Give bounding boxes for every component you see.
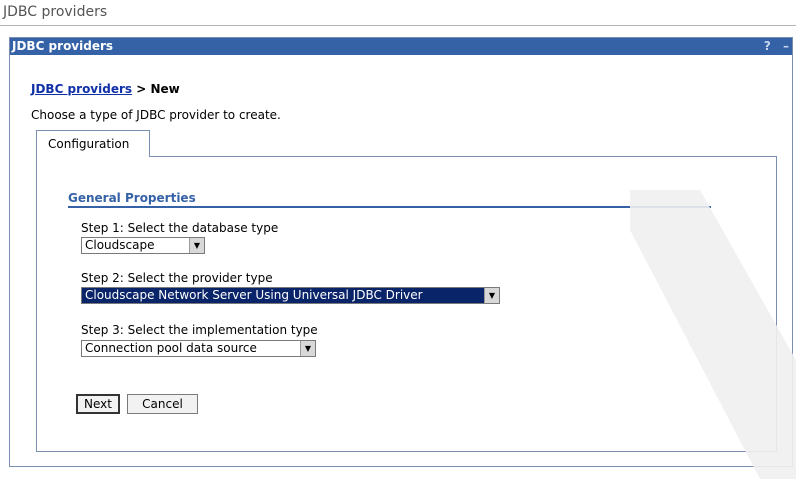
breadcrumb-current: New (150, 82, 180, 96)
step1-label: Step 1: Select the database type (81, 221, 279, 235)
breadcrumb: JDBC providers > New (31, 82, 180, 96)
portlet-title: JDBC providers (12, 39, 114, 53)
cancel-button[interactable]: Cancel (127, 394, 198, 414)
implementation-type-select[interactable]: Connection pool data source ▼ (81, 340, 316, 357)
portlet-header: JDBC providers ? – (10, 38, 792, 55)
database-type-select[interactable]: Cloudscape ▼ (81, 237, 205, 254)
help-icon[interactable]: ? (764, 39, 771, 53)
section-divider (68, 206, 711, 208)
window-title: JDBC providers (0, 0, 796, 26)
provider-type-select[interactable]: Cloudscape Network Server Using Universa… (81, 287, 500, 304)
minimize-icon[interactable]: – (783, 39, 789, 53)
next-button[interactable]: Next (76, 394, 120, 414)
portlet-controls: ? – (756, 38, 789, 55)
database-type-value: Cloudscape (85, 238, 155, 252)
implementation-type-value: Connection pool data source (85, 341, 257, 355)
tab-configuration[interactable]: Configuration (36, 130, 150, 157)
step3-label: Step 3: Select the implementation type (81, 323, 318, 337)
breadcrumb-link-jdbc-providers[interactable]: JDBC providers (31, 82, 132, 96)
step2-label: Step 2: Select the provider type (81, 271, 273, 285)
tab-label: Configuration (48, 137, 130, 151)
breadcrumb-separator: > (132, 82, 151, 96)
provider-type-value: Cloudscape Network Server Using Universa… (85, 288, 423, 302)
chevron-down-icon[interactable]: ▼ (189, 238, 204, 253)
section-title: General Properties (68, 191, 196, 205)
chevron-down-icon[interactable]: ▼ (300, 341, 315, 356)
page-description: Choose a type of JDBC provider to create… (31, 108, 281, 122)
chevron-down-icon[interactable]: ▼ (484, 288, 499, 303)
